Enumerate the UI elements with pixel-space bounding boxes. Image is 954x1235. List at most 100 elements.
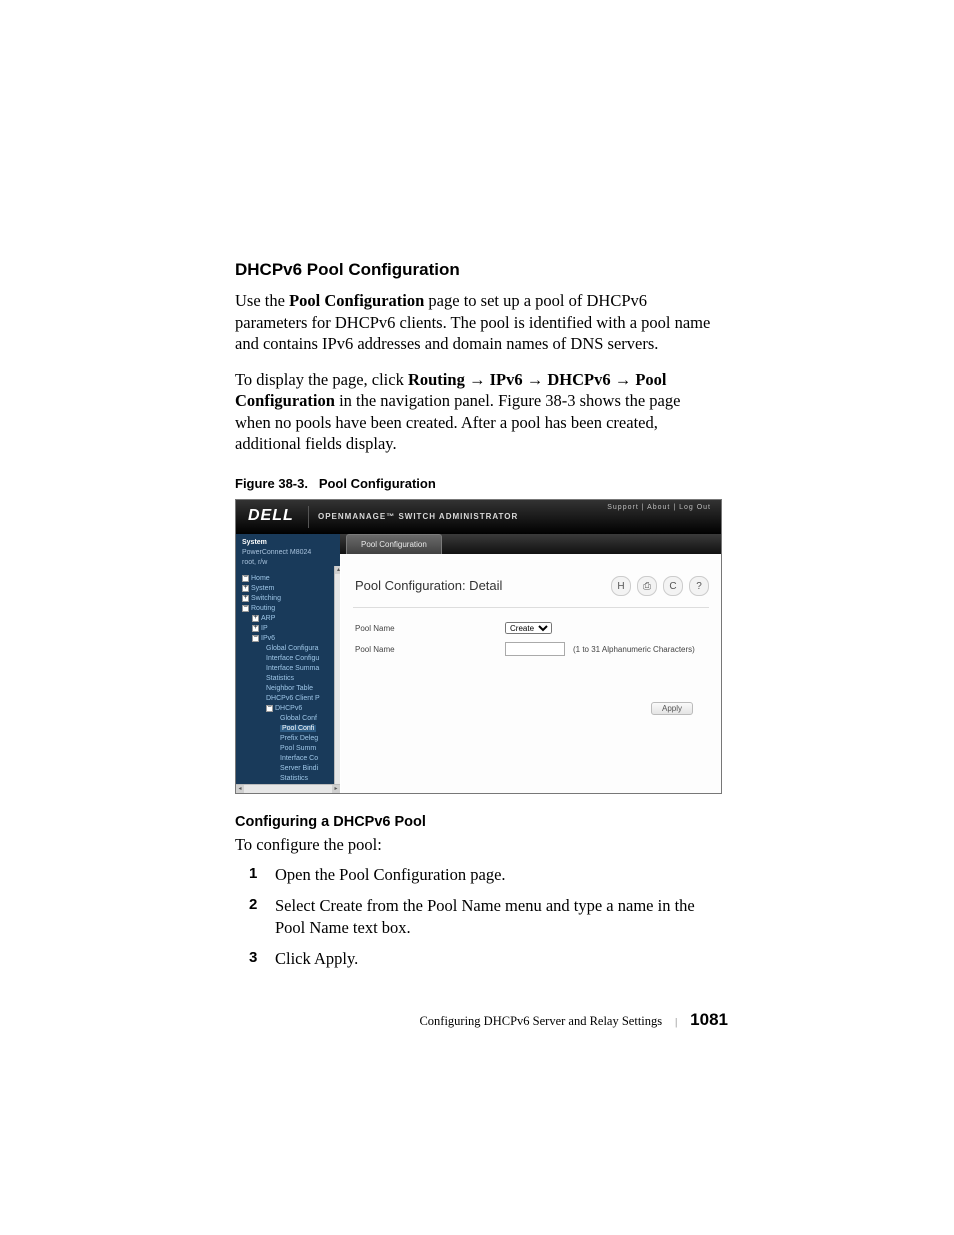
text: Select [275,896,319,915]
step-number: 2 [249,895,257,915]
text: in the navigation panel. [335,391,498,410]
help-icon[interactable]: ? [689,576,709,596]
subsection-heading: Configuring a DHCPv6 Pool [235,814,719,830]
tree-user: root, r/w [242,558,340,568]
text-bold: Pool Configuration [339,865,466,884]
text: text box. [349,918,411,937]
tree-item-routing[interactable]: −Routing [242,604,340,614]
plus-icon[interactable]: + [242,585,249,592]
vertical-scrollbar[interactable]: ▴▾ [334,566,340,793]
tree-system[interactable]: System [242,538,340,548]
scroll-left-icon[interactable]: ◂ [236,785,244,793]
label: ARP [261,615,275,622]
nav-tree[interactable]: System PowerConnect M8024 root, r/w −Hom… [236,534,340,793]
refresh-icon[interactable]: C [663,576,683,596]
text: To display the page, click [235,370,408,389]
footer-separator: | [665,1017,687,1028]
tree-item-selected[interactable]: Pool Confi [242,724,340,734]
top-links[interactable]: Support | About | Log Out [607,504,711,511]
apply-button[interactable]: Apply [651,702,693,715]
tree-item-home[interactable]: −Home [242,574,340,584]
tree-item[interactable]: Global Conf [242,714,340,724]
tree-model: PowerConnect M8024 [242,548,340,558]
tree-item[interactable]: Neighbor Table [242,684,340,694]
minus-icon[interactable]: − [266,705,273,712]
label: Routing [251,605,275,612]
arrow-icon: → [469,370,486,389]
step-number: 1 [249,864,257,884]
print-icon[interactable]: ⎙ [637,576,657,596]
text: from the [363,896,428,915]
step-3: 3 Click Apply. [235,948,719,979]
figure-screenshot: DELL OPENMANAGE™ SWITCH ADMINISTRATOR Su… [235,499,722,794]
tree-item[interactable]: DHCPv6 Client P [242,694,340,704]
app-topbar: DELL OPENMANAGE™ SWITCH ADMINISTRATOR Su… [236,500,721,534]
tree-item[interactable]: Interface Co [242,754,340,764]
save-icon[interactable]: H [611,576,631,596]
plus-icon[interactable]: + [252,615,259,622]
tree-item[interactable]: Interface Configu [242,654,340,664]
dell-logo: DELL [248,507,294,525]
text-bold: Pool Name [427,896,501,915]
text: Click [275,949,314,968]
tree-item-ipv6[interactable]: −IPv6 [242,634,340,644]
text-bold: Pool Configuration [289,291,424,310]
toolbar: H ⎙ C ? [611,576,709,596]
footer-chapter: Configuring DHCPv6 Server and Relay Sett… [419,1014,662,1028]
label: IPv6 [261,635,275,642]
step-1: 1 Open the Pool Configuration page. [235,864,719,895]
field-label: Pool Name [355,645,505,654]
footer-page-number: 1081 [690,1010,728,1029]
divider [353,607,709,608]
scroll-right-icon[interactable]: ▸ [332,785,340,793]
form-row-pool-name-select: Pool Name Create [341,618,721,638]
tree-item-system[interactable]: +System [242,584,340,594]
text: page. [466,865,505,884]
label: Home [251,575,270,582]
tree-item[interactable]: Server Bindi [242,764,340,774]
divider [308,506,309,528]
tree-item[interactable]: Interface Summa [242,664,340,674]
paragraph-2: To display the page, click Routing → IPv… [235,369,719,455]
tree-item[interactable]: Statistics [242,674,340,684]
main-panel: H ⎙ C ? Pool Configuration: Detail Pool … [341,554,721,793]
arrow-icon: → [527,370,544,389]
nav-routing: Routing [408,370,465,389]
minus-icon[interactable]: − [242,575,249,582]
tree-item[interactable]: Global Configura [242,644,340,654]
plus-icon[interactable]: + [252,625,259,632]
horizontal-scrollbar[interactable]: ◂▸ [236,784,340,793]
section-heading: DHCPv6 Pool Configuration [235,260,719,280]
tree-item[interactable]: Pool Summ [242,744,340,754]
nav-dhcpv6: DHCPv6 [547,370,610,389]
plus-icon[interactable]: + [242,595,249,602]
label: System [251,585,274,592]
tree-item[interactable]: Statistics [242,774,340,784]
figure-caption: Figure 38-3. Pool Configuration [235,476,719,491]
tree-item-arp[interactable]: +ARP [242,614,340,624]
page-footer: Configuring DHCPv6 Server and Relay Sett… [0,1010,954,1030]
text: . [354,949,358,968]
tree-item-dhcpv6[interactable]: −DHCPv6 [242,704,340,714]
form-row-pool-name-input: Pool Name (1 to 31 Alphanumeric Characte… [341,638,721,660]
pool-name-select[interactable]: Create [505,622,552,634]
pool-name-input[interactable] [505,642,565,656]
paragraph-1: Use the Pool Configuration page to set u… [235,290,719,354]
steps-list: 1 Open the Pool Configuration page. 2 Se… [235,864,719,980]
label: Switching [251,595,281,602]
label: DHCPv6 [275,705,302,712]
label: IP [261,625,268,632]
tree-item-ip[interactable]: +IP [242,624,340,634]
tab-pool-configuration[interactable]: Pool Configuration [346,534,442,555]
app-title: OPENMANAGE™ SWITCH ADMINISTRATOR [318,512,518,521]
tree-item-switching[interactable]: +Switching [242,594,340,604]
minus-icon[interactable]: − [252,635,259,642]
field-label: Pool Name [355,624,505,633]
nav-ipv6: IPv6 [490,370,523,389]
step-number: 3 [249,948,257,968]
paragraph-3: To configure the pool: [235,834,719,855]
scroll-up-icon[interactable]: ▴ [335,566,340,574]
tree-item[interactable]: Prefix Deleg [242,734,340,744]
field-hint: (1 to 31 Alphanumeric Characters) [565,645,695,654]
minus-icon[interactable]: − [242,605,249,612]
